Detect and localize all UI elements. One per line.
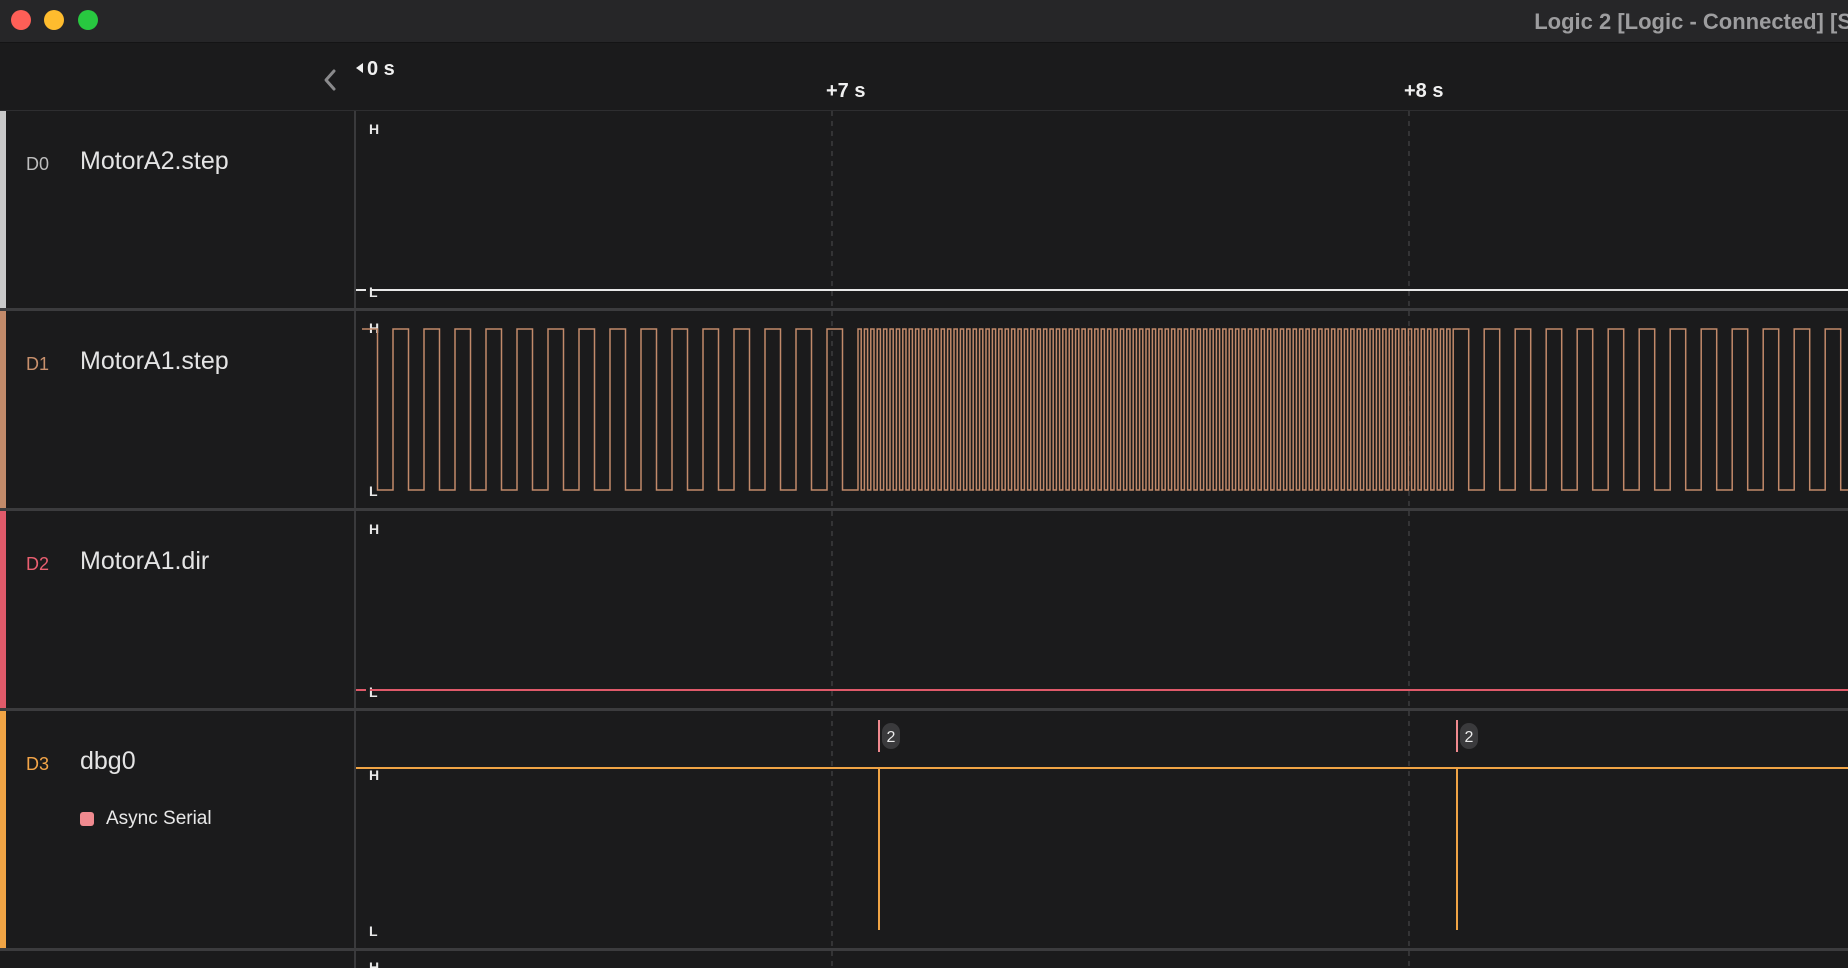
channel-id: D1 — [26, 354, 50, 374]
channel-row-d2[interactable]: D2 MotorA1.dir H L — [0, 511, 1848, 711]
minimize-window-button[interactable] — [44, 10, 64, 30]
low-level-label: L — [369, 923, 378, 939]
window-title: Logic 2 [Logic - Connected] [S — [1534, 9, 1848, 34]
time-marker-label: +8 s — [1404, 80, 1444, 102]
channel-id: D3 — [26, 754, 50, 774]
channel-row-d1[interactable]: D1 MotorA1.step H L — [0, 311, 1848, 511]
channel-name[interactable]: dbg0 — [80, 747, 136, 776]
channel-row-partial[interactable]: H — [0, 951, 1848, 968]
low-level-label: L — [369, 483, 378, 499]
low-level-label: L — [369, 684, 378, 700]
channel-divider — [354, 311, 356, 508]
channel-name[interactable]: MotorA1.step — [80, 347, 229, 376]
channel-color-stripe — [0, 111, 6, 308]
channel-divider — [354, 951, 356, 968]
channel-name[interactable]: MotorA1.dir — [80, 547, 209, 576]
analyzer-color-swatch — [80, 812, 94, 826]
channel-color-stripe — [0, 711, 6, 948]
channel-divider — [354, 711, 356, 948]
time-origin-caret-icon — [356, 63, 363, 73]
chevron-left-icon — [324, 69, 336, 91]
analyzer-label: Async Serial — [106, 808, 212, 829]
high-level-label: H — [369, 521, 380, 537]
collapse-sidebar-button[interactable] — [320, 66, 340, 94]
maximize-window-button[interactable] — [78, 10, 98, 30]
channel-name[interactable]: MotorA2.step — [80, 147, 229, 176]
analyzer-async-serial[interactable]: Async Serial — [80, 808, 212, 830]
channel-row-d0[interactable]: D0 MotorA2.step H L — [0, 111, 1848, 311]
window-titlebar: Logic 2 [Logic - Connected] [S — [0, 0, 1848, 43]
high-level-label: H — [369, 121, 380, 137]
channel-color-stripe — [0, 511, 6, 708]
high-level-label: H — [369, 959, 380, 968]
channel-id: D0 — [26, 154, 50, 174]
channel-divider — [354, 111, 356, 308]
channel-row-d3[interactable]: D3 dbg0 Async Serial H L — [0, 711, 1848, 951]
high-level-label: H — [369, 320, 380, 336]
time-origin-label: 0 s — [367, 58, 395, 80]
channel-color-stripe — [0, 311, 6, 508]
high-level-label: H — [369, 767, 380, 783]
channel-divider — [354, 511, 356, 708]
close-window-button[interactable] — [11, 10, 31, 30]
time-marker-label: +7 s — [826, 80, 866, 102]
low-level-label: L — [369, 284, 378, 300]
channel-id: D2 — [26, 554, 50, 574]
time-ruler[interactable] — [0, 44, 1848, 111]
